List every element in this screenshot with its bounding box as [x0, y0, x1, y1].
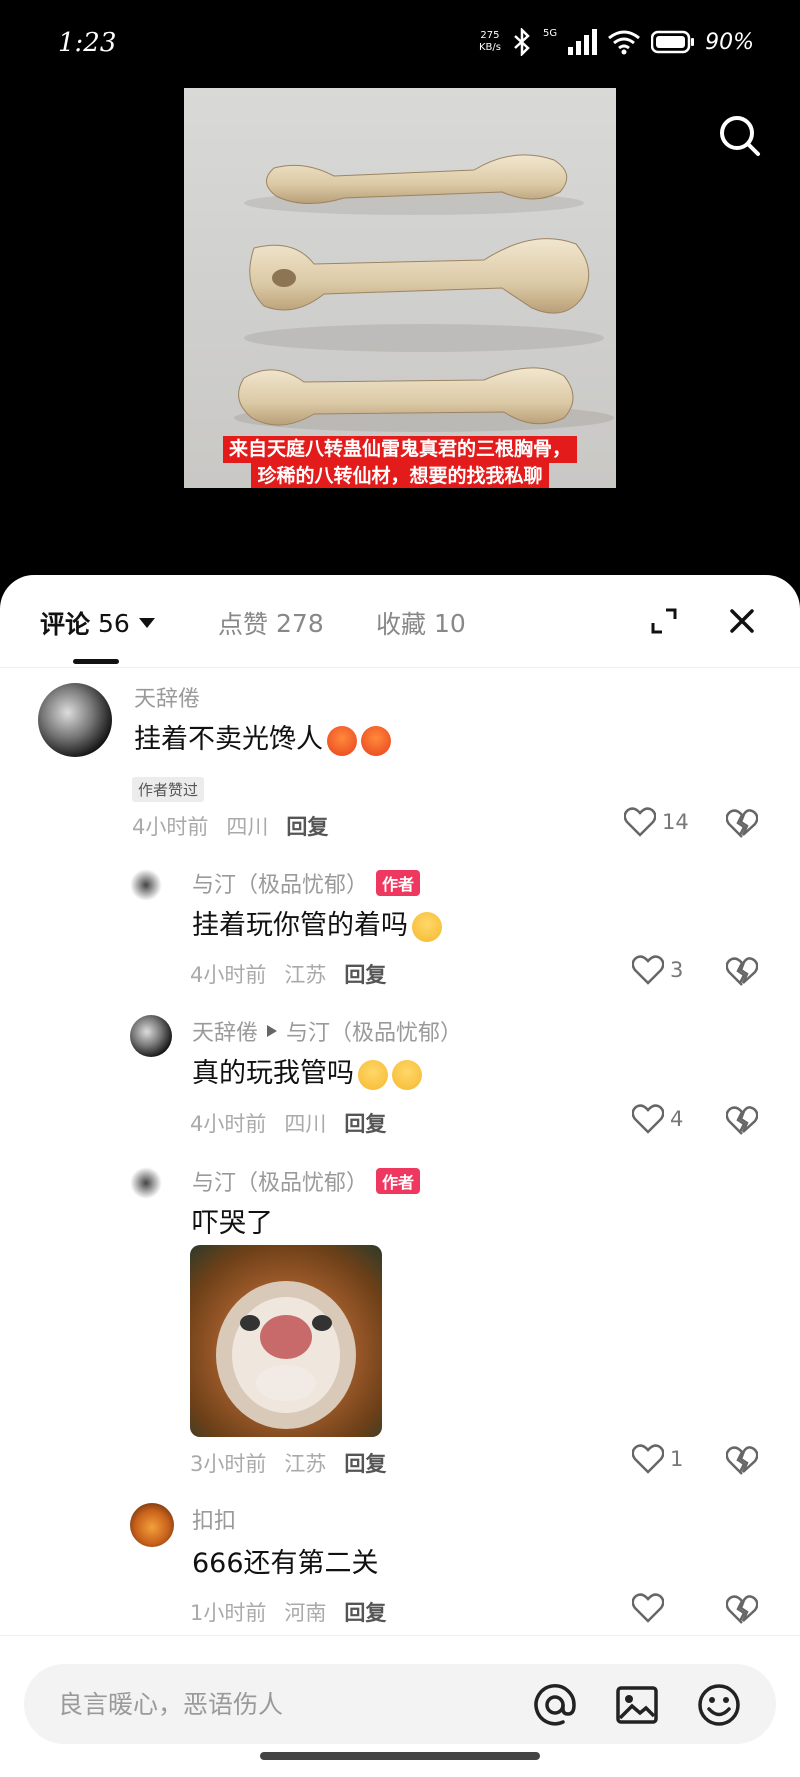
reply-button[interactable]: 回复 [344, 1448, 386, 1478]
comment-meta: 4小时前 江苏 回复 [190, 959, 386, 989]
comment-input-bar [0, 1635, 800, 1777]
heart-eyes-emoji-icon [358, 1059, 388, 1090]
monkey-face-illustration [216, 1281, 356, 1429]
comment-username[interactable]: 与汀（极品忧郁） 作者 [192, 1165, 421, 1197]
status-time: 1:23 [58, 28, 117, 58]
avatar[interactable] [130, 1503, 174, 1547]
expand-button[interactable] [644, 601, 684, 641]
comment-text: 吓哭了 [192, 1208, 273, 1239]
heart-icon [632, 1593, 664, 1623]
signal-icon [568, 29, 598, 55]
like-button[interactable]: 14 [624, 807, 689, 837]
broken-heart-icon[interactable] [726, 1446, 758, 1476]
comment-input[interactable] [58, 1682, 498, 1726]
sticker-image[interactable] [190, 1245, 382, 1437]
author-badge: 作者 [376, 1168, 421, 1194]
avatar[interactable] [38, 683, 112, 757]
post-caption: 来自天庭八转蛊仙雷鬼真君的三根胸骨， 珍稀的八转仙材，想要的找我私聊 [206, 436, 594, 488]
broken-heart-icon[interactable] [726, 1595, 758, 1625]
unamused-emoji-icon [412, 911, 442, 942]
wifi-icon [608, 30, 641, 55]
status-bar: 1:23 275 KB/s 5G 90% [0, 0, 800, 90]
status-icons: 275 KB/s 5G 90% [479, 28, 754, 56]
comment-meta: 4小时前 四川 回复 [190, 1108, 386, 1138]
comment-text: 666还有第二关 [192, 1548, 379, 1579]
author-badge: 作者 [376, 870, 421, 896]
heart-icon [624, 807, 656, 837]
avatar[interactable] [130, 869, 162, 901]
comment-meta: 4小时前 四川 回复 [132, 811, 328, 841]
tab-favorites[interactable]: 收藏 10 [376, 605, 466, 641]
comment-panel: 评论 56 点赞 278 收藏 10 天辞倦 挂着不卖光馋人 作者赞过 4小时前 四川回… [0, 575, 800, 1777]
broken-heart-icon[interactable] [726, 1106, 758, 1136]
network-type: 5G [542, 28, 558, 39]
panel-tabs: 评论 56 点赞 278 收藏 10 [0, 575, 800, 667]
home-indicator[interactable] [260, 1752, 540, 1760]
tab-likes[interactable]: 点赞 278 [218, 605, 324, 641]
comment-username[interactable]: 天辞倦 与汀（极品忧郁） [192, 1015, 462, 1047]
image-icon[interactable] [612, 1680, 662, 1730]
like-button[interactable] [632, 1593, 664, 1623]
reply-button[interactable]: 回复 [286, 811, 328, 841]
heart-eyes-emoji-icon [392, 1059, 422, 1090]
bluetooth-icon [514, 28, 530, 56]
tab-comments[interactable]: 评论 56 [40, 605, 156, 641]
active-tab-indicator [73, 659, 119, 664]
close-icon [730, 609, 754, 633]
reply-button[interactable]: 回复 [344, 959, 386, 989]
like-button[interactable]: 4 [632, 1104, 683, 1134]
net-speed: 275 KB/s [478, 30, 501, 53]
like-button[interactable]: 3 [632, 955, 683, 985]
angry-emoji-icon [361, 725, 391, 756]
comment-input-container [24, 1664, 776, 1744]
comment-text: 挂着玩你管的着吗 [192, 903, 442, 942]
comment-text: 真的玩我管吗 [192, 1051, 422, 1090]
comment-username[interactable]: 天辞倦 [134, 681, 200, 713]
close-button[interactable] [722, 601, 762, 641]
broken-heart-icon[interactable] [726, 957, 758, 987]
reply-button[interactable]: 回复 [344, 1597, 386, 1627]
comment-meta: 3小时前 江苏 回复 [190, 1448, 386, 1478]
comment-username[interactable]: 与汀（极品忧郁） 作者 [192, 867, 421, 899]
reply-arrow-icon [267, 1025, 278, 1037]
heart-icon [632, 955, 664, 985]
search-icon[interactable] [716, 112, 764, 160]
at-icon[interactable] [530, 1680, 580, 1730]
reply-button[interactable]: 回复 [344, 1108, 386, 1138]
emoji-icon[interactable] [694, 1680, 744, 1730]
broken-heart-icon[interactable] [726, 809, 758, 839]
avatar[interactable] [130, 1167, 162, 1199]
comment-text: 挂着不卖光馋人 [134, 717, 391, 756]
bones-illustration [234, 154, 614, 432]
battery-icon [651, 30, 695, 54]
post-image[interactable]: 来自天庭八转蛊仙雷鬼真君的三根胸骨， 珍稀的八转仙材，想要的找我私聊 [184, 88, 616, 488]
chevron-down-icon [138, 618, 155, 628]
angry-emoji-icon [327, 725, 357, 756]
like-button[interactable]: 1 [632, 1444, 683, 1474]
heart-icon [632, 1104, 664, 1134]
expand-icon [651, 608, 677, 634]
avatar[interactable] [130, 1015, 172, 1057]
author-liked-badge: 作者赞过 [132, 777, 205, 802]
comment-username[interactable]: 扣扣 [192, 1503, 236, 1535]
heart-icon [632, 1444, 664, 1474]
tabs-divider [0, 667, 800, 668]
comment-meta: 1小时前 河南 回复 [190, 1597, 386, 1627]
battery-percent: 90% [705, 29, 754, 55]
